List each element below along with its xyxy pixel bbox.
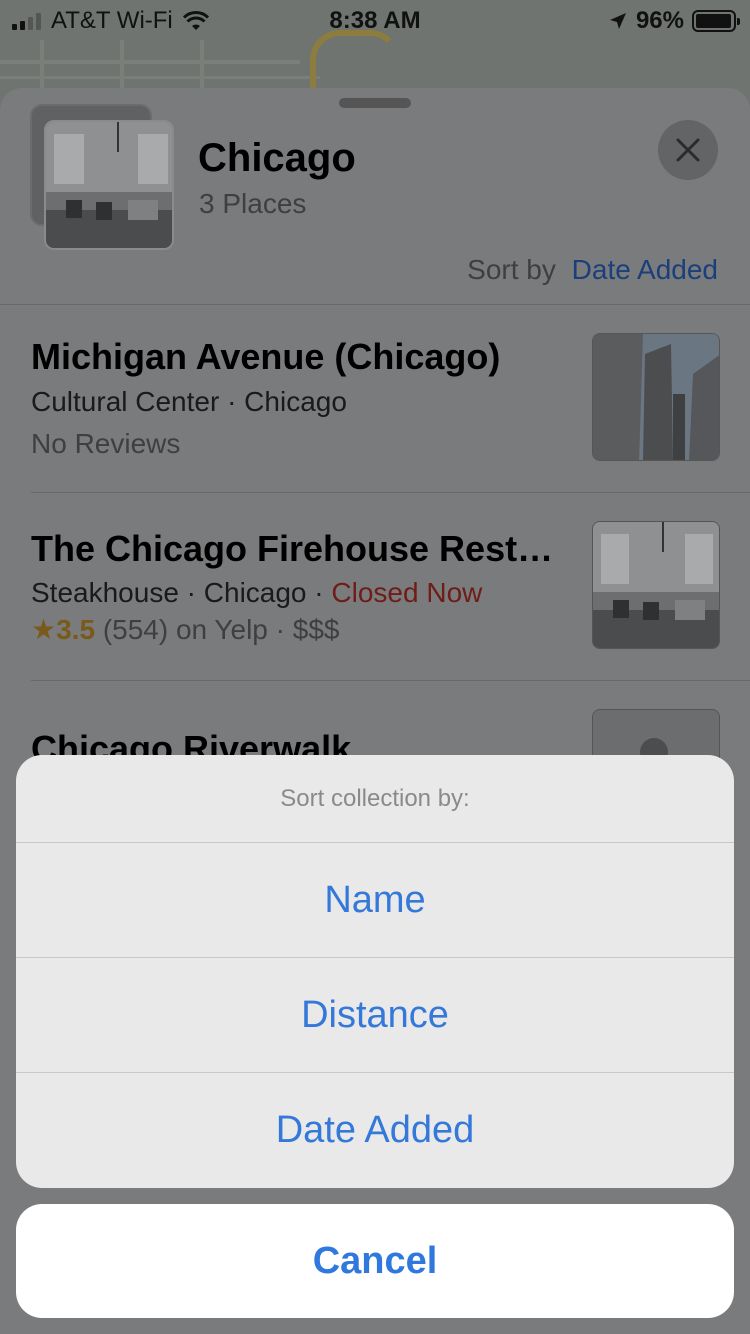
place-thumbnail <box>592 521 720 649</box>
rating-details: (554) on Yelp · $$$ <box>102 614 340 645</box>
collection-cover-image <box>44 120 174 250</box>
place-name: Chicago Riverwalk <box>31 728 352 756</box>
divider <box>31 492 750 493</box>
location-arrow-icon <box>609 13 626 29</box>
close-icon <box>676 138 700 162</box>
place-details: Steakhouse · Chicago · Closed Now <box>31 577 482 609</box>
sort-by-name-button[interactable]: Name <box>16 843 734 958</box>
collection-title: Chicago <box>198 136 356 180</box>
sort-value[interactable]: Date Added <box>572 254 718 285</box>
sort-by-date-added-button[interactable]: Date Added <box>16 1073 734 1188</box>
close-button[interactable] <box>658 120 718 180</box>
place-category: Cultural Center · Chicago <box>31 386 347 417</box>
place-reviews: No Reviews <box>31 428 181 459</box>
star-icon: ★ <box>31 614 57 645</box>
sheet-grabber[interactable] <box>339 98 411 108</box>
divider <box>0 304 750 305</box>
separator: · <box>306 577 332 608</box>
place-name: Michigan Avenue (Chicago) <box>31 336 501 377</box>
place-category: Steakhouse · Chicago <box>31 577 307 608</box>
sort-by-distance-button[interactable]: Distance <box>16 958 734 1073</box>
place-name: The Chicago Firehouse Rest… <box>31 528 554 569</box>
rating-value: 3.5 <box>56 614 96 645</box>
sort-control[interactable]: Sort by Date Added <box>467 254 718 286</box>
place-rating: ★3.5 (554) on Yelp · $$$ <box>31 613 339 646</box>
status-bar: AT&T Wi-Fi 8:38 AM 96% <box>0 0 750 40</box>
action-sheet-title: Sort collection by: <box>16 755 734 843</box>
cancel-button[interactable]: Cancel <box>16 1204 734 1318</box>
place-status: Closed Now <box>331 577 483 608</box>
collection-place-count: 3 Places <box>199 188 307 219</box>
sort-label: Sort by <box>467 254 556 285</box>
battery-icon <box>692 10 740 32</box>
place-thumbnail <box>592 333 720 461</box>
sort-action-sheet: Sort collection by: Name Distance Date A… <box>16 755 734 1188</box>
battery-percent: 96% <box>635 7 684 34</box>
divider <box>31 680 750 681</box>
